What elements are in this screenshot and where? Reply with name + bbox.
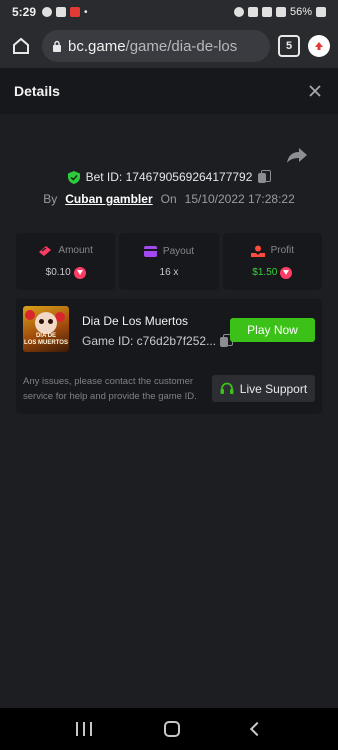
user-link[interactable]: Cuban gambler [65,192,152,206]
skull-illustration [35,312,57,334]
mute-icon [247,7,258,17]
payout-icon [143,245,157,257]
page-title: Details [14,83,60,99]
game-thumbnail[interactable]: DIA DE LOS MUERTOS [23,306,69,352]
profit-label: Profit [270,245,294,256]
signal-icon [275,7,286,17]
system-icons: 56% [233,6,326,18]
bet-id-row: Bet ID: 1746790569264177792 [0,170,338,184]
status-time: 5:29 [12,5,37,19]
bet-datetime: 15/10/2022 17:28:22 [184,192,295,206]
verified-shield-icon [67,170,80,184]
tab-switcher-button[interactable]: 5 [278,35,300,57]
game-card: DIA DE LOS MUERTOS Dia De Los Muertos Ga… [16,299,322,414]
lock-icon [53,40,61,52]
payout-value: 16 x [159,266,179,278]
url-bar[interactable]: bc.game/game/dia-de-los [42,30,270,62]
amount-stat: Amount $0.10 [16,233,116,290]
headset-icon [220,382,234,394]
android-nav-bar [0,708,338,750]
battery-percent: 56% [289,6,312,18]
game-name: Dia De Los Muertos [82,314,189,328]
amount-icon [39,245,52,256]
copy-icon[interactable] [258,170,272,184]
vivaldi-icon [70,7,81,17]
by-label: By [43,192,58,206]
thumbnail-logo-text: DIA DE LOS MUERTOS [24,333,68,346]
details-header: Details [0,68,338,114]
game-id: Game ID: c76d2b7f252... [82,334,217,348]
profit-value: $1.50 [252,267,278,278]
payout-label: Payout [162,245,195,257]
live-support-button[interactable]: Live Support [212,375,315,402]
close-icon [309,85,321,97]
on-label: On [160,192,177,206]
coin-icon [280,266,293,279]
game-id-row: Game ID: c76d2b7f252... [82,334,234,348]
upload-button[interactable] [308,35,330,57]
amount-value: $0.10 [45,267,71,278]
bet-id: Bet ID: 1746790569264177792 [85,170,253,184]
payout-stat: Payout 16 x [119,233,219,290]
close-button[interactable] [306,82,324,100]
profit-icon [250,245,265,257]
upload-arrow-icon [315,42,323,50]
browser-toolbar: bc.game/game/dia-de-los 5 [0,24,338,68]
alarm-icon [233,7,244,17]
recent-apps-icon[interactable] [76,722,92,736]
battery-icon [316,7,326,17]
coin-icon [73,266,86,279]
bet-stats: Amount $0.10 Payout 16 x Profit $1.50 [16,233,322,290]
status-bar: 5:29 • 56% [0,0,338,24]
url-domain: bc.game [68,37,126,55]
dot-icon: • [84,6,88,18]
browser-home-button[interactable] [8,33,34,59]
bet-author-row: By Cuban gambler On 15/10/2022 17:28:22 [0,192,338,206]
notification-icons: • [42,7,88,18]
share-button[interactable] [286,146,308,164]
amount-label: Amount [58,245,93,256]
home-icon [13,37,29,54]
play-now-button[interactable]: Play Now [230,318,315,342]
live-support-label: Live Support [239,381,308,396]
share-icon [287,148,307,163]
flower-decoration [25,310,35,320]
whatsapp-icon [42,7,53,17]
url-path: /game/dia-de-los [125,37,238,55]
back-icon[interactable] [249,721,265,737]
home-nav-icon[interactable] [164,721,180,737]
gallery-icon [56,7,67,17]
wifi-icon [261,7,272,17]
profit-stat: Profit $1.50 [222,233,322,290]
support-note: Any issues, please contact the customer … [23,376,197,402]
